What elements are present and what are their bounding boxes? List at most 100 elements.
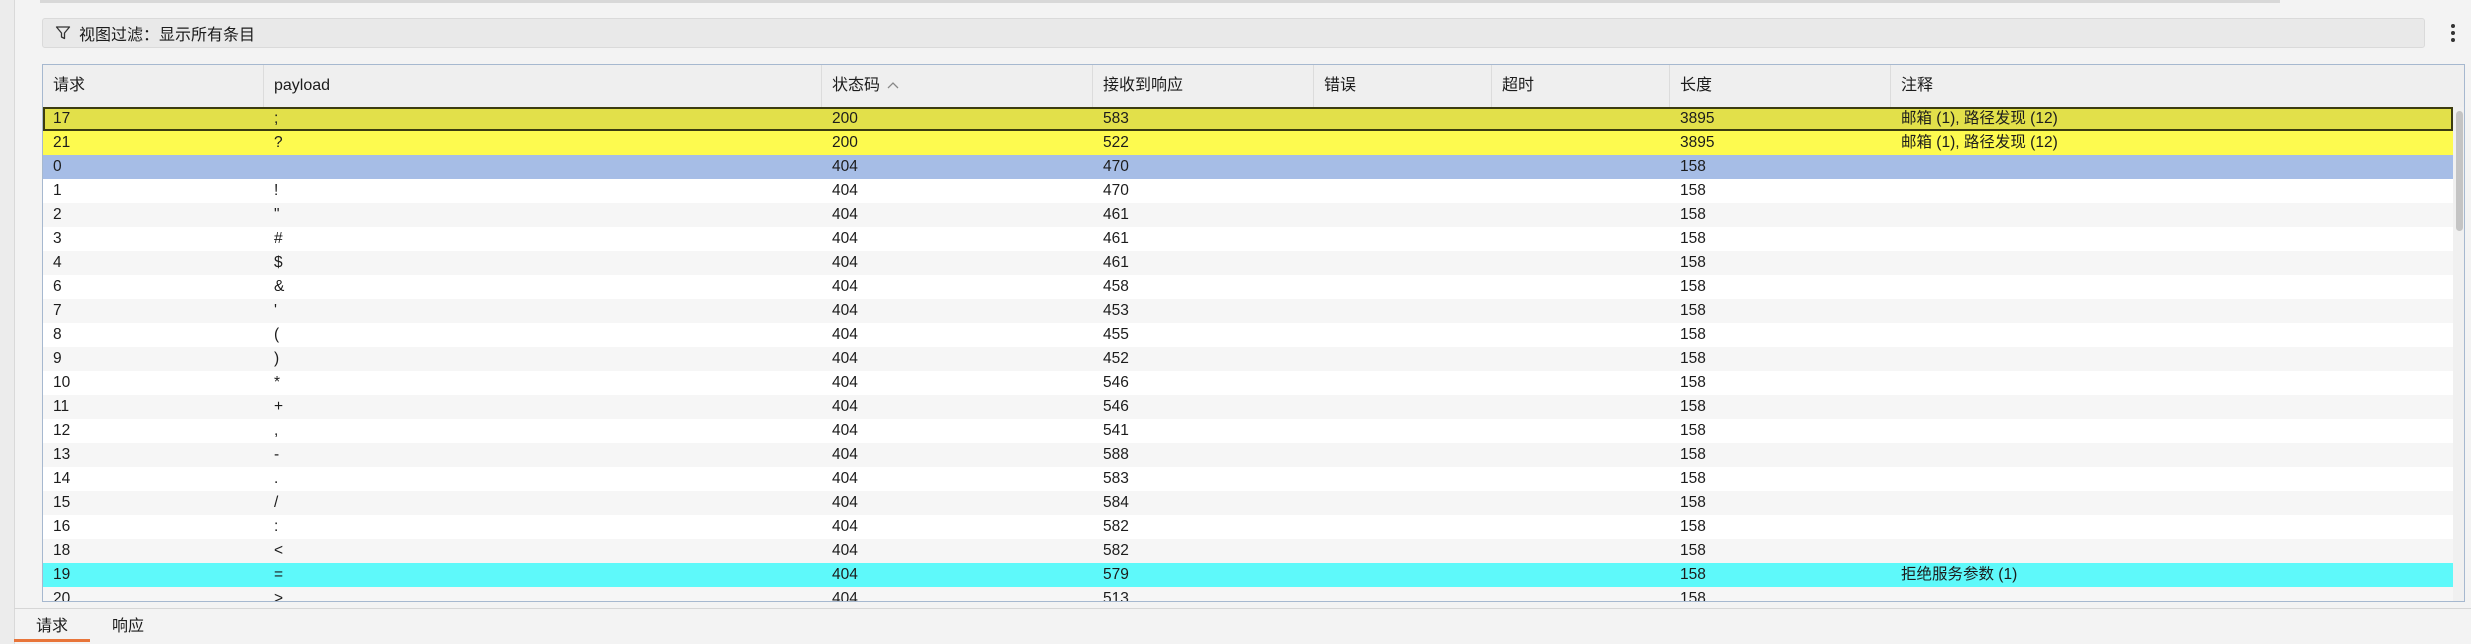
request-cell: 14 xyxy=(53,470,71,487)
table-header: 请求 payload 状态码 接收到响应 错误 超时 长度 注释 xyxy=(43,65,2464,108)
status-cell: 404 xyxy=(832,206,858,223)
error-cell xyxy=(1314,515,1492,539)
error-cell xyxy=(1314,107,1492,131)
column-header-comment[interactable]: 注释 xyxy=(1891,65,2464,107)
status-cell: 404 xyxy=(832,518,858,535)
table-row[interactable]: 12, 404 541 158 xyxy=(43,419,2453,443)
request-cell: 12 xyxy=(53,422,71,439)
status-cell: 200 xyxy=(832,134,858,151)
request-cell: 15 xyxy=(53,494,71,511)
received-cell: 584 xyxy=(1103,494,1129,511)
comment-cell xyxy=(1891,323,2453,347)
payload-cell: = xyxy=(274,566,284,583)
received-cell: 583 xyxy=(1103,470,1129,487)
request-cell: 7 xyxy=(53,302,62,319)
table-row[interactable]: 3 #404 461 158 xyxy=(43,227,2453,251)
status-cell: 404 xyxy=(832,398,858,415)
column-header-received[interactable]: 接收到响应 xyxy=(1093,65,1314,107)
status-cell: 404 xyxy=(832,542,858,559)
error-cell xyxy=(1314,563,1492,587)
length-cell: 158 xyxy=(1680,278,1706,295)
table-row[interactable]: 6 & 404 458 158 xyxy=(43,275,2453,299)
request-cell: 6 xyxy=(53,278,62,295)
comment-cell xyxy=(1891,419,2453,443)
comment-cell xyxy=(1891,155,2453,179)
comment-cell xyxy=(1891,443,2453,467)
table-row[interactable]: 10 * 404 546 158 xyxy=(43,371,2453,395)
length-cell: 158 xyxy=(1680,230,1706,247)
payload-cell: ' xyxy=(274,302,277,319)
status-cell: 404 xyxy=(832,350,858,367)
timeout-cell xyxy=(1492,203,1670,227)
length-cell: 158 xyxy=(1680,446,1706,463)
request-cell: 0 xyxy=(53,158,62,175)
payload-cell: : xyxy=(274,518,279,535)
request-cell: 16 xyxy=(53,518,71,535)
status-cell: 404 xyxy=(832,278,858,295)
column-header-status[interactable]: 状态码 xyxy=(822,65,1093,107)
left-gutter xyxy=(0,0,15,644)
status-cell: 404 xyxy=(832,182,858,199)
table-row[interactable]: 19 = 404 579 158 拒绝服务参数 (1) xyxy=(43,563,2453,587)
column-header-error[interactable]: 错误 xyxy=(1314,65,1492,107)
table-row[interactable]: 1! 404 470 158 xyxy=(43,179,2453,203)
received-cell: 582 xyxy=(1103,518,1129,535)
timeout-cell xyxy=(1492,155,1670,179)
table-row[interactable]: 17; 200 583 3895 邮箱 (1), 路径发现 (12) xyxy=(43,107,2453,131)
error-cell xyxy=(1314,587,1492,601)
table-row[interactable]: 11 +404 546 158 xyxy=(43,395,2453,419)
more-options-icon[interactable] xyxy=(2449,22,2457,44)
payload-cell: # xyxy=(274,230,283,247)
comment-cell xyxy=(1891,587,2453,601)
table-row[interactable]: 0 404 470 158 xyxy=(43,155,2453,179)
table-row[interactable]: 18 <404 582 158 xyxy=(43,539,2453,563)
comment-cell xyxy=(1891,467,2453,491)
error-cell xyxy=(1314,299,1492,323)
request-cell: 17 xyxy=(53,110,71,127)
length-cell: 158 xyxy=(1680,206,1706,223)
length-cell: 158 xyxy=(1680,182,1706,199)
table-row[interactable]: 16: 404 582 158 xyxy=(43,515,2453,539)
scrollbar-thumb[interactable] xyxy=(2456,111,2463,231)
table-row[interactable]: 7 ' 404 453 158 xyxy=(43,299,2453,323)
payload-cell: ? xyxy=(274,134,283,151)
column-header-request[interactable]: 请求 xyxy=(43,65,264,107)
payload-cell: < xyxy=(274,542,284,559)
payload-cell: ( xyxy=(274,326,280,343)
message-tabs: 请求 响应 xyxy=(14,612,166,644)
table-row[interactable]: 9) 404 452 158 xyxy=(43,347,2453,371)
error-cell xyxy=(1314,227,1492,251)
vertical-scrollbar[interactable] xyxy=(2453,107,2464,601)
length-cell: 158 xyxy=(1680,350,1706,367)
column-header-timeout[interactable]: 超时 xyxy=(1492,65,1670,107)
tab-response[interactable]: 响应 xyxy=(90,612,166,642)
view-filter-bar[interactable]: 视图过滤：显示所有条目 xyxy=(42,18,2425,48)
comment-cell xyxy=(1891,251,2453,275)
error-cell xyxy=(1314,467,1492,491)
table-row[interactable]: 2 " 404 461 158 xyxy=(43,203,2453,227)
column-header-length[interactable]: 长度 xyxy=(1670,65,1891,107)
timeout-cell xyxy=(1492,467,1670,491)
request-cell: 2 xyxy=(53,206,62,223)
received-cell: 522 xyxy=(1103,134,1129,151)
length-cell: 158 xyxy=(1680,494,1706,511)
table-row[interactable]: 4 $404 461 158 xyxy=(43,251,2453,275)
table-row[interactable]: 13 - 404 588 158 xyxy=(43,443,2453,467)
error-cell xyxy=(1314,491,1492,515)
length-cell: 158 xyxy=(1680,374,1706,391)
payload-cell: & xyxy=(274,278,285,295)
table-row[interactable]: 21? 200 522 3895 邮箱 (1), 路径发现 (12) xyxy=(43,131,2453,155)
comment-cell xyxy=(1891,371,2453,395)
timeout-cell xyxy=(1492,563,1670,587)
table-row[interactable]: 20 >404 513 158 xyxy=(43,587,2453,602)
status-cell: 404 xyxy=(832,590,858,602)
results-table: 请求 payload 状态码 接收到响应 错误 超时 长度 注释 17; 200 5… xyxy=(42,64,2465,602)
column-header-payload[interactable]: payload xyxy=(264,65,822,107)
table-row[interactable]: 8 (404 455 158 xyxy=(43,323,2453,347)
request-cell: 1 xyxy=(53,182,62,199)
table-row[interactable]: 15 / 404 584 158 xyxy=(43,491,2453,515)
received-cell: 546 xyxy=(1103,374,1129,391)
table-row[interactable]: 14. 404 583 158 xyxy=(43,467,2453,491)
comment-cell: 邮箱 (1), 路径发现 (12) xyxy=(1901,110,2058,127)
tab-request[interactable]: 请求 xyxy=(14,612,91,642)
